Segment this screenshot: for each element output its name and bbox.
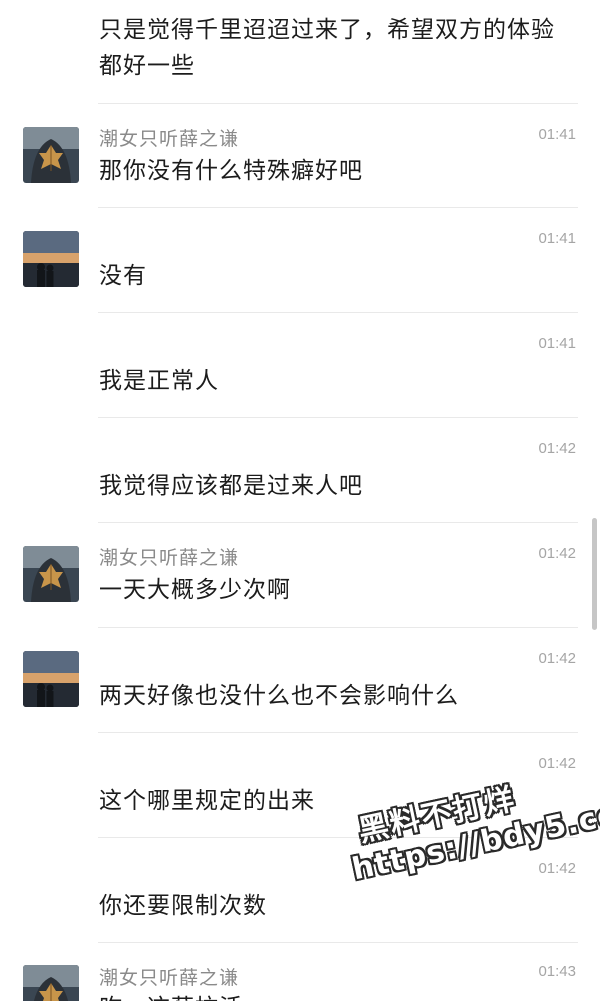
message-text: 我是正常人 xyxy=(99,368,219,394)
sunset-avatar-image xyxy=(23,231,79,287)
sender-name: 潮女只听薛之谦 xyxy=(99,547,240,569)
chat-message[interactable]: 潮女只听薛之谦 01:41 那你没有什么特殊癖好吧 xyxy=(0,104,600,208)
message-text: 只是觉得千里迢迢过来了，希望双方的体验都好一些 xyxy=(99,17,555,79)
message-time: 01:41 xyxy=(538,230,576,247)
chat-message[interactable]: 潮女只听薛之谦 01:42 一天大概多少次啊 xyxy=(0,523,600,627)
sunset-avatar-image xyxy=(23,651,79,707)
chat-message[interactable]: 01:41 我是正常人 xyxy=(0,313,600,417)
sender-name: 潮女只听薛之谦 xyxy=(99,128,240,150)
chat-message[interactable]: 01:42 我觉得应该都是过来人吧 xyxy=(0,418,600,522)
sender-name: 潮女只听薛之谦 xyxy=(99,967,240,989)
chat-history: 只是觉得千里迢迢过来了，希望双方的体验都好一些 潮女只听薛之谦 01:41 那你… xyxy=(0,0,600,1001)
message-text: 咋，这薛抗活 xyxy=(99,990,569,1001)
message-text: 两天好像也没什么也不会影响什么 xyxy=(99,683,459,709)
message-time: 01:43 xyxy=(538,963,576,980)
message-text: 没有 xyxy=(99,263,147,289)
avatar-sunset[interactable] xyxy=(23,231,79,287)
message-text: 你还要限制次数 xyxy=(99,893,267,919)
message-text: 我觉得应该都是过来人吧 xyxy=(99,473,363,499)
chat-message[interactable]: 01:41 没有 xyxy=(0,208,600,312)
leaf-avatar-image xyxy=(23,546,79,602)
avatar-leaf[interactable] xyxy=(23,546,79,602)
message-time: 01:42 xyxy=(538,860,576,877)
scrollbar-thumb[interactable] xyxy=(592,518,597,630)
message-time: 01:42 xyxy=(538,545,576,562)
leaf-avatar-image xyxy=(23,127,79,183)
message-time: 01:41 xyxy=(538,126,576,143)
chat-message[interactable]: 01:42 两天好像也没什么也不会影响什么 xyxy=(0,628,600,732)
avatar-leaf[interactable] xyxy=(23,965,79,1001)
chat-message[interactable]: 潮女只听薛之谦 01:43 咋，这薛抗活 xyxy=(0,943,600,1001)
message-time: 01:42 xyxy=(538,440,576,457)
message-text: 一天大概多少次啊 xyxy=(99,577,291,603)
avatar-sunset[interactable] xyxy=(23,651,79,707)
avatar-leaf[interactable] xyxy=(23,127,79,183)
message-time: 01:41 xyxy=(538,335,576,352)
leaf-avatar-image xyxy=(23,965,79,1001)
message-text: 那你没有什么特殊癖好吧 xyxy=(99,158,363,184)
message-time: 01:42 xyxy=(538,650,576,667)
